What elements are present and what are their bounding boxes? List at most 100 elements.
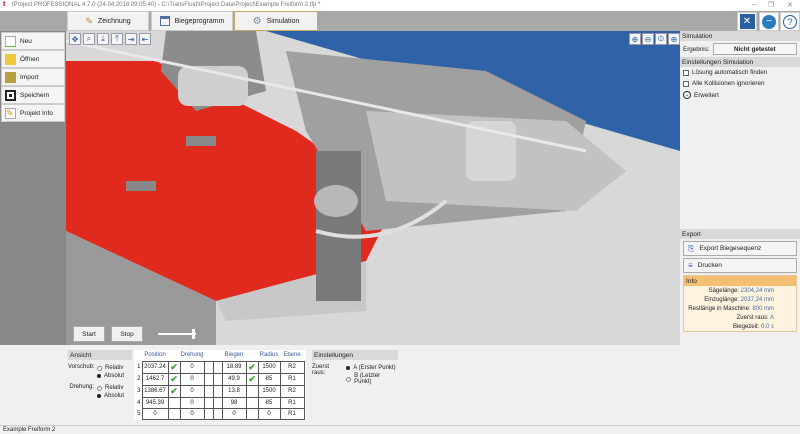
col-ebene: Ebene [283,352,301,359]
ebene-cell[interactable]: R2 [279,384,305,398]
biegen-cell[interactable]: 13.8 [221,384,247,398]
export-icon: ⎘ [688,243,695,253]
minus-circle-icon: − [762,14,776,29]
rotate-horizontal-button[interactable]: ⦶ [655,33,667,45]
view-down-button[interactable]: ⤓ [97,33,109,45]
drehung-cell[interactable]: 0 [179,384,205,398]
checkbox-box[interactable] [683,69,689,76]
position-cell[interactable]: 1462.7 [141,372,169,386]
tab-zeichnung[interactable]: ✎ Zeichnung [67,11,149,31]
slider-thumb[interactable] [192,329,196,339]
radius-cell[interactable]: 0 [257,407,281,420]
ebene-cell[interactable]: R1 [279,372,305,386]
print-icon: ≡ [688,261,693,270]
tab-bar: ✎ Zeichnung Biegeprogramm ⚙ Simulation ✕ −… [0,11,800,31]
biegen-status [245,396,259,409]
empty-cell [203,407,214,420]
view-left-button[interactable]: ⇤ [139,33,151,45]
radius-cell[interactable]: 1500 [257,360,281,374]
settings-button[interactable]: − [759,12,779,31]
check-icon: ✔ [170,361,178,372]
position-cell[interactable]: 0 [141,407,169,420]
sidebar-import-button[interactable]: Import [1,68,65,86]
column [316,151,361,301]
biegen-status: ✔ [245,372,259,386]
radio-label: Relativ [105,385,124,391]
rotate-vertical-button[interactable]: ⊕ [668,33,680,45]
biegen-status: ✔ [245,360,259,374]
vorschub-absolut-radio[interactable]: Absolut [97,372,124,380]
tab-biegeprogramm[interactable]: Biegeprogramm [151,11,233,31]
biegen-cell[interactable]: 0 [221,407,247,420]
zoom-window-button[interactable]: ⌕ [83,33,95,45]
zoom-out-button[interactable]: ⊖ [642,33,654,45]
drehung-cell[interactable]: 0 [179,372,205,386]
sidebar-neu-button[interactable]: Neu [1,32,65,50]
info-label: Biegezeit: [732,323,760,330]
stop-button[interactable]: Stop [111,326,143,342]
position-status [167,407,181,420]
radio-label: A (Erster Punkt) [353,365,396,371]
position-status: ✔ [167,372,181,386]
tab-simulation[interactable]: ⚙ Simulation [234,11,318,31]
drehung-cell[interactable]: 0 [179,396,205,409]
ebene-cell[interactable]: R1 [279,407,305,420]
radio-label: Relativ [105,365,124,371]
auto-solution-checkbox[interactable]: Lösung automatisch finden [680,67,800,78]
empty-cell [203,396,214,409]
export-header: Export [680,229,800,239]
biegen-cell[interactable]: 49.9 [221,372,247,386]
biegen-cell[interactable]: 98 [221,396,247,409]
simulation-header: Simulation [680,31,800,41]
print-button[interactable]: ≡ Drucken [683,258,797,273]
sidebar-oeffnen-button[interactable]: Öffnen [1,50,65,68]
info-value: 800 mm [752,305,774,312]
ebene-cell[interactable]: R2 [279,360,305,374]
table-row[interactable]: 4 945.39 0 98 85 R1 [136,396,305,409]
table-row[interactable]: 5 0 0 0 0 R1 [136,407,305,420]
table-row[interactable]: 1 2037.24 ✔ 0 18.89 ✔ 1500 R2 [136,360,305,374]
bottom-panel: Ansicht Vorschub: Relativ Absolut Drehun… [66,345,800,425]
position-cell[interactable]: 1386.67 [141,384,169,398]
tools-button[interactable]: ✕ [737,12,757,31]
bend-die [314,185,358,217]
maximize-icon[interactable]: ❐ [768,1,774,9]
biegen-cell[interactable]: 18.89 [221,360,247,374]
erweitert-expander[interactable]: ⌄ Erweitert [680,89,800,101]
close-icon[interactable]: ✕ [787,1,793,9]
view-right-button[interactable]: ⇥ [125,33,137,45]
zoom-in-button[interactable]: ⊕ [629,33,641,45]
speed-slider[interactable] [158,329,196,339]
table-row[interactable]: 2 1462.7 ✔ 0 49.9 ✔ 85 R1 [136,372,305,386]
position-cell[interactable]: 945.39 [141,396,169,409]
info-row: Einzuglänge: 2037,24 mm [684,295,796,304]
vorschub-relativ-radio[interactable]: Relativ [97,364,124,372]
3d-viewport[interactable]: ✥ ⌕ ⤓ ⤒ ⇥ ⇤ ⊕ ⊖ ⦶ ⊕ Start Stop [66,31,680,345]
zuerst-b-radio[interactable]: B (Letzter Punkt) [346,373,398,385]
minimize-icon[interactable]: – [752,1,756,8]
pan-button[interactable]: ✥ [69,33,81,45]
radius-cell[interactable]: 1500 [257,384,281,398]
drehung-relativ-radio[interactable]: Relativ [97,384,124,392]
drehung-cell[interactable]: 0 [179,360,205,374]
radio-label: B (Letzter Punkt) [354,373,381,385]
checkbox-box[interactable] [683,80,689,87]
position-cell[interactable]: 2037.24 [141,360,169,374]
start-button[interactable]: Start [73,326,105,342]
ebene-cell[interactable]: R1 [279,396,305,409]
zuerst-a-radio[interactable]: A (Erster Punkt) [346,364,398,372]
drehung-absolut-radio[interactable]: Absolut [97,392,124,400]
radius-cell[interactable]: 85 [257,396,281,409]
export-sequence-button[interactable]: ⎘ Export Biegesequenz [683,241,797,256]
table-row[interactable]: 3 1386.67 ✔ 0 13.8 1500 R2 [136,384,305,398]
view-up-button[interactable]: ⤒ [111,33,123,45]
position-status: ✔ [167,360,181,374]
radius-cell[interactable]: 85 [257,372,281,386]
help-button[interactable]: ? [780,12,800,31]
sidebar-projekt-info-button[interactable]: ✎ Projekt Info [1,104,65,122]
arrow-right-bar-icon: ⇥ [127,34,135,44]
info-row: Restlänge in Maschine: 800 mm [684,304,796,313]
ignore-collisions-checkbox[interactable]: Alle Kollisionen ignorieren [680,78,800,89]
drehung-cell[interactable]: 0 [179,407,205,420]
sidebar-speichern-button[interactable]: Speichern [1,86,65,104]
